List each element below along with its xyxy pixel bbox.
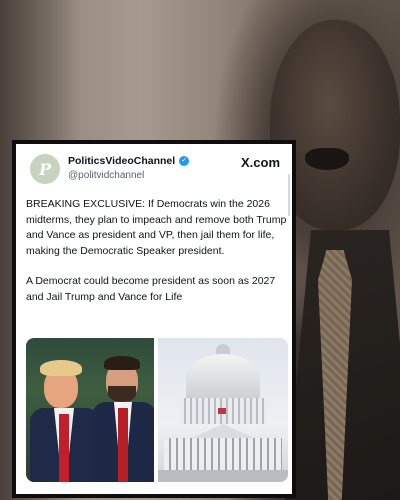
media-image-people[interactable] (26, 338, 154, 482)
account-name[interactable]: PoliticsVideoChannel (68, 155, 175, 167)
post-card: P PoliticsVideoChannel ✓ @politvidchanne… (12, 140, 296, 498)
account-handle[interactable]: @politvidchannel (68, 170, 144, 181)
flag (218, 408, 226, 414)
verified-icon: ✓ (179, 156, 190, 166)
capitol-portico (164, 438, 282, 472)
post-paragraph: A Democrat could become president as soo… (26, 275, 276, 303)
person-tie (59, 414, 69, 482)
speaker-mouth (305, 148, 349, 170)
person-tie (118, 408, 128, 482)
avatar[interactable]: P (30, 154, 60, 184)
post-header: P PoliticsVideoChannel ✓ @politvidchanne… (16, 144, 292, 194)
post-paragraph: BREAKING EXCLUSIVE: If Democrats win the… (26, 198, 287, 257)
x-logo: X.com (240, 155, 280, 170)
name-row: PoliticsVideoChannel ✓ (68, 155, 190, 167)
capitol-pediment (192, 424, 254, 438)
scrollbar[interactable] (288, 174, 290, 216)
person-hair (40, 360, 82, 376)
post-text: BREAKING EXCLUSIVE: If Democrats win the… (26, 197, 288, 320)
post-media (26, 338, 288, 482)
media-image-capitol[interactable] (158, 338, 288, 482)
person-hair (104, 356, 140, 370)
capitol-stairs (158, 470, 288, 482)
person-beard (108, 386, 136, 402)
capitol-dome (186, 354, 260, 402)
